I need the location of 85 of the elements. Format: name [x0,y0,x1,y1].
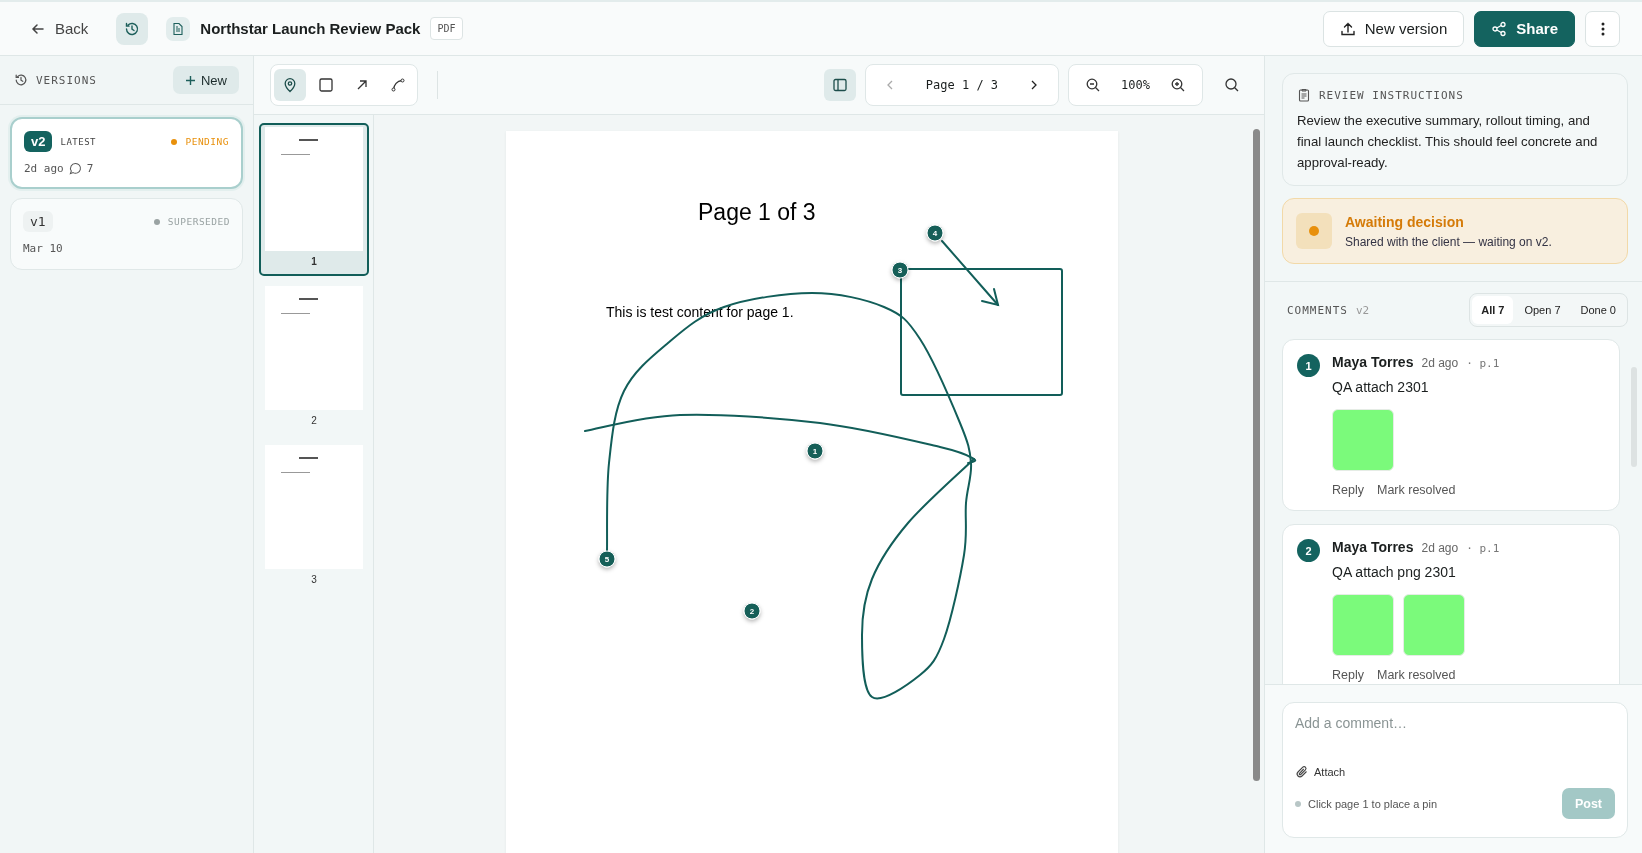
paperclip-icon [1295,765,1309,779]
attachment-thumbnail[interactable] [1403,594,1465,656]
comment-time: 2d ago [1421,356,1459,370]
version-date: Mar 10 [23,242,63,255]
decision-text: Shared with the client — waiting on v2. [1345,234,1552,249]
comments-heading: COMMENTS [1287,303,1348,317]
comment-icon [68,162,82,175]
attachment-thumbnail[interactable] [1332,409,1394,471]
page-heading: Page 1 of 3 [698,199,816,226]
history-icon [14,73,28,87]
clipboard-icon [1297,88,1311,102]
annotation-pin[interactable]: 3 [891,261,909,279]
mark-resolved-button[interactable]: Mark resolved [1376,668,1456,682]
filter-tab[interactable]: Open 7 [1515,296,1570,324]
version-status: PENDING [185,136,229,147]
new-version-button[interactable]: New [173,66,239,94]
more-icon [1600,20,1605,37]
status-icon [1296,213,1332,249]
pin-icon [282,77,298,93]
comment-text: QA attach 2301 [1332,379,1430,395]
version-card[interactable]: v2 LATEST PENDING 2d ago 7 [10,117,243,189]
instructions-heading: REVIEW INSTRUCTIONS [1319,88,1464,102]
page-number: 1 [311,255,317,269]
sidebar-icon [831,77,848,93]
annotation-pin[interactable]: 2 [743,602,761,620]
upload-icon [1339,20,1356,37]
version-tag: v1 [23,211,53,232]
pin-hint: Click page 1 to place a pin [1308,797,1438,810]
comment-page: · p.1 [1466,542,1500,555]
document-title: Northstar Launch Review Pack [200,20,421,37]
comment-number: 1 [1297,354,1320,377]
version-card[interactable]: v1 SUPERSEDED Mar 10 [10,198,243,270]
filter-tab[interactable]: All 7 [1472,296,1514,324]
comment-text: QA attach png 2301 [1332,564,1457,580]
history-button[interactable] [116,12,149,45]
back-button[interactable]: Back [30,20,89,37]
document-icon [166,16,191,41]
new-version-button[interactable]: New version [1322,10,1465,47]
comment-count: 7 [86,162,94,175]
annotation-pin[interactable]: 1 [806,442,824,460]
filter-tab[interactable]: Done 0 [1571,296,1625,324]
comments-version: v2 [1356,303,1370,317]
zoom-out-icon [1085,77,1102,93]
reply-button[interactable]: Reply [1332,668,1364,682]
search-icon [1224,77,1240,93]
version-date: 2d ago [24,162,64,175]
page-number: 3 [311,573,317,587]
page-thumbnail[interactable]: 1 [259,123,369,276]
instructions-text: Review the executive summary, rollout timing, and final launch checklist. This should feel concrete and approval-ready. [1297,112,1599,172]
version-label: LATEST [60,136,96,147]
square-icon [318,77,334,93]
file-type-tag: PDF [430,17,463,40]
comment-time: 2d ago [1421,541,1459,555]
comment-author: Maya Torres [1332,539,1414,555]
annotation-pin[interactable]: 5 [598,550,616,568]
version-status: SUPERSEDED [167,216,230,227]
mark-resolved-button[interactable]: Mark resolved [1376,483,1456,497]
hint-dot [1295,800,1301,807]
plus-icon [185,74,196,86]
arrow-annotation[interactable] [941,240,1000,307]
page-thumbnail[interactable]: 3 [259,441,369,594]
attach-button[interactable]: Attach [1295,765,1346,779]
reply-button[interactable]: Reply [1332,483,1364,497]
page-number: 2 [311,414,317,428]
freehand-drawing[interactable] [584,292,977,700]
rectangle-annotation[interactable] [900,268,1063,396]
curve-icon [390,77,406,93]
attachment-thumbnail[interactable] [1332,594,1394,656]
comment-author: Maya Torres [1332,354,1414,370]
share-icon [1491,20,1508,37]
comment-input[interactable]: Add a comment… [1295,715,1615,731]
share-button[interactable]: Share [1474,10,1575,47]
history-icon [124,20,141,37]
comment-number: 2 [1297,539,1320,562]
decision-title: Awaiting decision [1345,213,1465,230]
zoom-in-icon [1170,77,1186,93]
page-thumbnail[interactable]: 2 [259,282,369,435]
thumbnails-toggle[interactable] [823,69,856,101]
annotation-pin[interactable]: 4 [926,224,944,242]
versions-heading: VERSIONS [36,73,97,87]
comment-page: · p.1 [1466,357,1500,370]
pin-tool[interactable] [274,69,306,101]
page-indicator: Page 1 / 3 [924,78,1000,92]
version-tag: v2 [24,131,53,152]
zoom-level: 100% [1120,78,1151,92]
